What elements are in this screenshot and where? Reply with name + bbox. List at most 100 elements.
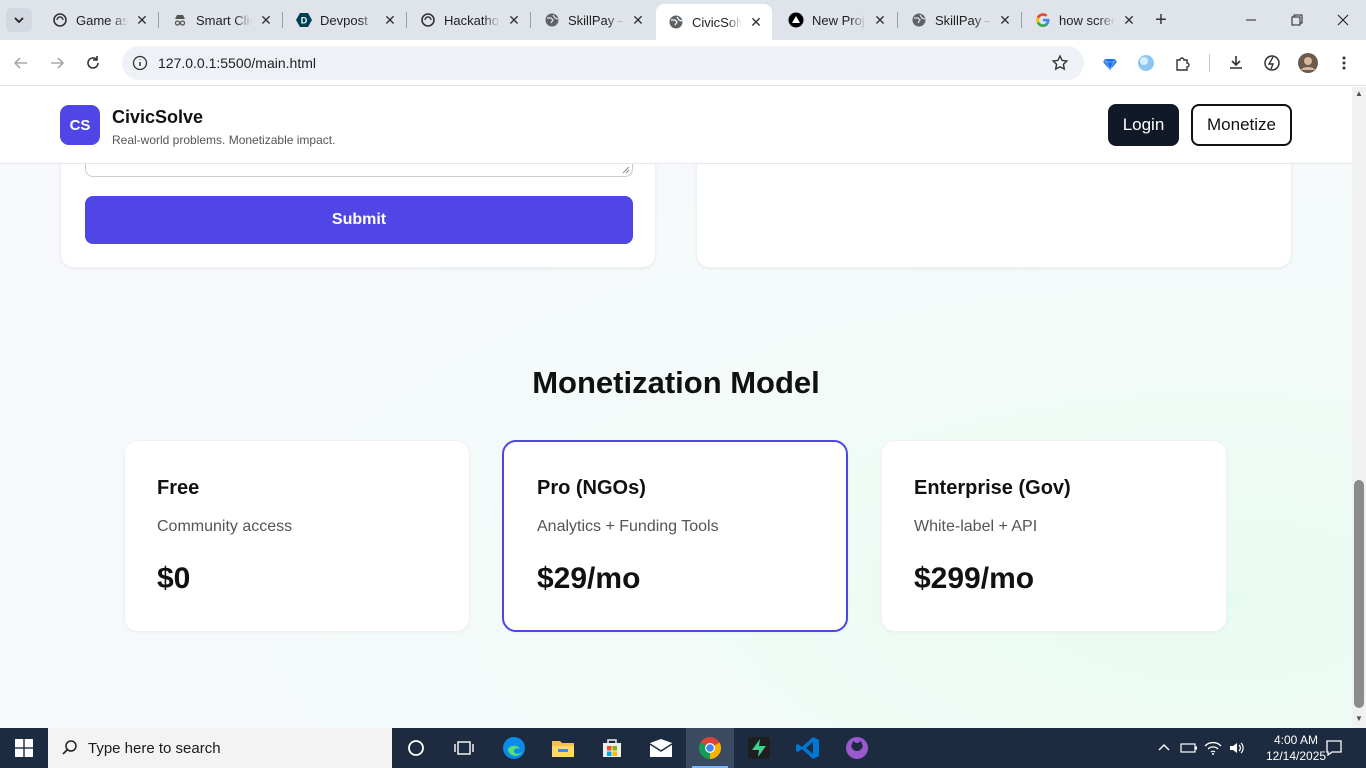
restore-icon bbox=[1291, 14, 1303, 26]
profile-avatar[interactable] bbox=[1297, 52, 1319, 74]
monetize-button[interactable]: Monetize bbox=[1191, 104, 1292, 146]
site-info-icon[interactable] bbox=[130, 53, 150, 73]
start-button[interactable] bbox=[0, 728, 48, 768]
windows-taskbar: Type here to search 4:00 AM 12/14/2025 bbox=[0, 728, 1366, 768]
close-icon[interactable]: ✕ bbox=[258, 12, 274, 28]
page-scrollbar[interactable]: ▲ ▼ bbox=[1352, 87, 1366, 728]
login-button[interactable]: Login bbox=[1108, 104, 1179, 146]
cortana-button[interactable] bbox=[392, 728, 440, 768]
search-placeholder: Type here to search bbox=[88, 740, 221, 757]
browser-tab[interactable]: how scree ✕ bbox=[1023, 4, 1145, 36]
close-icon[interactable]: ✕ bbox=[1121, 12, 1137, 28]
spy-icon bbox=[172, 12, 188, 28]
close-icon[interactable]: ✕ bbox=[997, 12, 1013, 28]
taskbar-app-github[interactable] bbox=[833, 728, 881, 768]
brand-tagline: Real-world problems. Monetizable impact. bbox=[112, 133, 336, 147]
folder-icon bbox=[552, 741, 574, 757]
plan-card-enterprise[interactable]: Enterprise (Gov) White-label + API $299/… bbox=[881, 440, 1227, 632]
submit-button[interactable]: Submit bbox=[85, 196, 633, 244]
taskbar-search-box[interactable]: Type here to search bbox=[48, 728, 392, 768]
diamond-extension-icon[interactable] bbox=[1099, 52, 1121, 74]
back-button[interactable] bbox=[8, 50, 34, 76]
url-text[interactable]: 127.0.0.1:5500/main.html bbox=[158, 55, 316, 71]
minimize-button[interactable] bbox=[1228, 0, 1274, 40]
page-viewport: Submit CS CivicSolve Real-world problems… bbox=[0, 87, 1352, 728]
tab-title: Game ass bbox=[76, 12, 128, 28]
browser-tab[interactable]: SkillPay – ✕ bbox=[532, 4, 654, 36]
extensions-puzzle-icon[interactable] bbox=[1172, 52, 1194, 74]
browser-tab[interactable]: New Proje ✕ bbox=[776, 4, 896, 36]
bookmark-star-icon[interactable] bbox=[1050, 53, 1070, 73]
browser-tab[interactable]: Game ass ✕ bbox=[40, 4, 158, 36]
tab-separator bbox=[406, 12, 407, 28]
globe-icon bbox=[668, 14, 684, 30]
browser-toolbar: 127.0.0.1:5500/main.html bbox=[0, 40, 1366, 86]
reload-button[interactable] bbox=[80, 50, 106, 76]
close-icon[interactable]: ✕ bbox=[506, 12, 522, 28]
logo[interactable]: CS bbox=[60, 105, 100, 145]
globe-icon bbox=[544, 12, 560, 28]
taskbar-app-edge[interactable] bbox=[490, 728, 538, 768]
browser-menu-icon[interactable] bbox=[1333, 52, 1355, 74]
close-icon[interactable]: ✕ bbox=[872, 12, 888, 28]
taskbar-clock[interactable]: 4:00 AM 12/14/2025 bbox=[1266, 732, 1326, 764]
clock-time: 4:00 AM bbox=[1273, 733, 1319, 747]
scroll-up-arrow-icon[interactable]: ▲ bbox=[1355, 90, 1363, 98]
wifi-icon[interactable] bbox=[1203, 738, 1223, 758]
chevron-up-icon bbox=[1158, 744, 1170, 751]
taskbar-app-file-explorer[interactable] bbox=[539, 728, 587, 768]
tab-title: Hackatho bbox=[444, 12, 499, 28]
taskbar-app-store[interactable] bbox=[588, 728, 636, 768]
notification-icon bbox=[1326, 740, 1342, 757]
plan-card-free[interactable]: Free Community access $0 bbox=[124, 440, 470, 632]
task-view-button[interactable] bbox=[440, 728, 488, 768]
brand-name[interactable]: CivicSolve bbox=[112, 107, 203, 128]
taskbar-app-chrome[interactable] bbox=[686, 728, 734, 768]
taskbar-app-vscode[interactable] bbox=[784, 728, 832, 768]
close-icon[interactable]: ✕ bbox=[382, 12, 398, 28]
notification-center-button[interactable] bbox=[1322, 736, 1346, 760]
windows-logo-icon bbox=[15, 739, 33, 757]
volume-icon[interactable] bbox=[1227, 738, 1247, 758]
plan-description: Community access bbox=[157, 518, 293, 535]
download-icon[interactable] bbox=[1225, 52, 1247, 74]
plan-price: $299/mo bbox=[914, 562, 1035, 595]
scrollbar-thumb[interactable] bbox=[1354, 480, 1364, 708]
section-title: Monetization Model bbox=[532, 365, 820, 400]
browser-tab[interactable]: SkillPay – ✕ bbox=[899, 4, 1021, 36]
orb-extension-icon[interactable] bbox=[1135, 52, 1157, 74]
show-hidden-icons[interactable] bbox=[1154, 738, 1174, 758]
performance-icon[interactable] bbox=[1261, 52, 1283, 74]
close-window-button[interactable] bbox=[1320, 0, 1366, 40]
taskbar-app-mail[interactable] bbox=[637, 728, 685, 768]
browser-tab[interactable]: Hackatho ✕ bbox=[408, 4, 530, 36]
clock-date: 12/14/2025 bbox=[1266, 749, 1327, 763]
chatgpt-icon bbox=[52, 12, 68, 28]
mail-icon bbox=[649, 739, 673, 757]
tab-search-button[interactable] bbox=[6, 8, 32, 32]
tab-title: New Proje bbox=[812, 12, 866, 28]
vercel-icon bbox=[788, 12, 804, 28]
browser-tab[interactable]: D Devpost ✕ bbox=[284, 4, 406, 36]
forward-button[interactable] bbox=[44, 50, 70, 76]
plan-description: Analytics + Funding Tools bbox=[537, 518, 719, 535]
browser-tab-active[interactable]: CivicSolve ✕ bbox=[656, 4, 772, 40]
devpost-icon: D bbox=[296, 12, 312, 28]
browser-tab[interactable]: Smart Clic ✕ bbox=[160, 4, 282, 36]
tab-title: Devpost bbox=[320, 12, 368, 28]
cortana-icon bbox=[408, 740, 424, 756]
close-icon[interactable]: ✕ bbox=[630, 12, 646, 28]
plan-card-pro[interactable]: Pro (NGOs) Analytics + Funding Tools $29… bbox=[502, 440, 848, 632]
tab-title: how scree bbox=[1059, 12, 1115, 28]
taskbar-app-supabase[interactable] bbox=[735, 728, 783, 768]
new-tab-button[interactable]: + bbox=[1150, 9, 1172, 31]
chatgpt-icon bbox=[420, 12, 436, 28]
scroll-down-arrow-icon[interactable]: ▼ bbox=[1355, 715, 1363, 723]
battery-icon[interactable] bbox=[1179, 738, 1199, 758]
plan-description: White-label + API bbox=[914, 518, 1038, 535]
address-bar[interactable]: 127.0.0.1:5500/main.html bbox=[122, 46, 1084, 80]
resize-grip-icon[interactable] bbox=[622, 166, 630, 174]
close-icon[interactable]: ✕ bbox=[134, 12, 150, 28]
restore-button[interactable] bbox=[1274, 0, 1320, 40]
close-icon[interactable]: ✕ bbox=[748, 14, 764, 30]
